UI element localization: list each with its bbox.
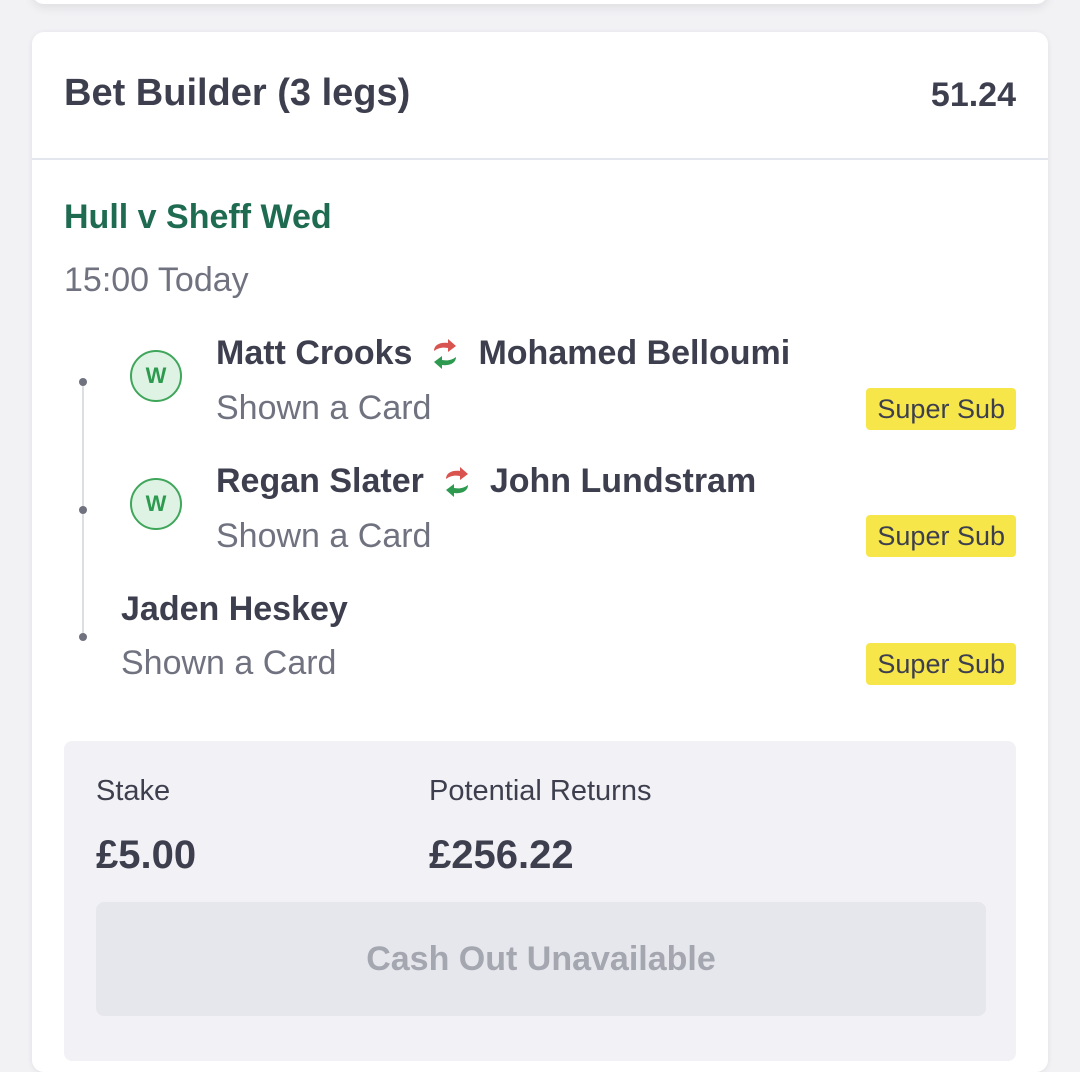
leg-market: Shown a Card <box>121 644 337 682</box>
stake-returns-panel: Stake £5.00 Potential Returns £256.22 Ca… <box>64 741 1016 1061</box>
win-badge-icon: W <box>130 478 182 530</box>
super-sub-badge: Super Sub <box>866 388 1016 430</box>
returns-label: Potential Returns <box>429 775 652 807</box>
win-badge-icon: W <box>130 350 182 402</box>
leg-player: Matt Crooks <box>216 334 413 372</box>
bet-card[interactable]: Bet Builder (3 legs) 51.24 Hull v Sheff … <box>32 32 1048 1072</box>
super-sub-badge: Super Sub <box>866 515 1016 557</box>
swap-arrows-icon <box>445 466 468 497</box>
returns-value: £256.22 <box>429 833 574 877</box>
cash-out-button[interactable]: Cash Out Unavailable <box>96 902 986 1016</box>
swap-arrows-icon <box>434 338 457 369</box>
super-sub-badge: Super Sub <box>866 643 1016 685</box>
leg-substitute: John Lundstram <box>489 462 757 500</box>
leg-1-title: Matt Crooks Mohamed Belloumi <box>216 334 790 373</box>
event-name-link[interactable]: Hull v Sheff Wed <box>64 198 332 237</box>
leg-market: Shown a Card <box>216 389 432 427</box>
leg-3-title: Jaden Heskey <box>121 590 348 629</box>
timeline-dot <box>79 378 87 386</box>
timeline-dot <box>79 633 87 641</box>
leg-substitute: Mohamed Belloumi <box>478 334 791 372</box>
leg-player: Regan Slater <box>216 462 424 500</box>
bet-odds: 51.24 <box>930 76 1016 114</box>
leg-market: Shown a Card <box>216 517 432 555</box>
previous-card-edge <box>32 0 1048 4</box>
event-time: 15:00 Today <box>64 261 249 299</box>
stake-value: £5.00 <box>96 833 197 877</box>
bet-header: Bet Builder (3 legs) 51.24 <box>32 32 1048 160</box>
stake-label: Stake <box>96 775 171 807</box>
timeline-dot <box>79 506 87 514</box>
bet-title: Bet Builder (3 legs) <box>64 72 411 114</box>
leg-2-title: Regan Slater John Lundstram <box>216 462 756 501</box>
leg-player: Jaden Heskey <box>121 590 348 628</box>
